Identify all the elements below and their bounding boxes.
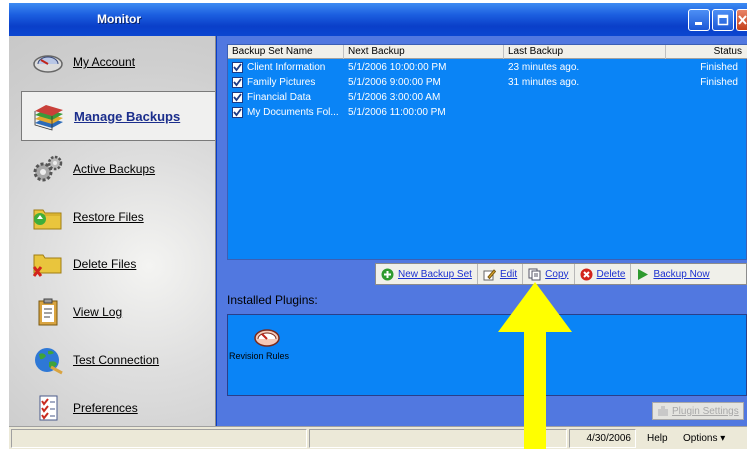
installed-plugins-heading: Installed Plugins: (227, 293, 318, 307)
new-backup-set-label: New Backup Set (398, 268, 472, 280)
row-checkbox[interactable] (232, 92, 243, 103)
sidebar: My Account Manage Backups Active Backups… (9, 36, 216, 426)
sidebar-item-active-backups[interactable]: Active Backups (29, 151, 155, 187)
main-panel: Backup Set Name Next Backup Last Backup … (217, 36, 747, 426)
cell-next-backup: 5/1/2006 11:00:00 PM (348, 107, 446, 118)
backup-now-button[interactable]: Backup Now (631, 264, 714, 284)
delete-x-icon (580, 268, 593, 281)
row-checkbox[interactable] (232, 107, 243, 118)
list-header: Backup Set Name Next Backup Last Backup … (228, 45, 747, 59)
sidebar-item-label: Delete Files (73, 257, 137, 271)
table-row[interactable]: Client Information 5/1/2006 10:00:00 PM … (228, 60, 747, 75)
minimize-icon (695, 22, 702, 25)
sidebar-item-restore-files[interactable]: Restore Files (29, 199, 144, 235)
folder-delete-icon (29, 247, 67, 281)
new-backup-set-button[interactable]: New Backup Set (376, 264, 478, 284)
backup-set-list[interactable]: Backup Set Name Next Backup Last Backup … (227, 44, 747, 260)
pencil-icon (483, 268, 496, 281)
cell-name: Family Pictures (247, 77, 316, 88)
cell-last-backup: 23 minutes ago. (508, 62, 580, 73)
cell-name: Financial Data (247, 92, 311, 103)
cell-status: Finished (700, 77, 738, 88)
help-menu[interactable]: Help (647, 429, 668, 448)
table-row[interactable]: My Documents Fol... 5/1/2006 11:00:00 PM (228, 105, 747, 120)
sidebar-item-manage-backups[interactable]: Manage Backups (21, 91, 215, 141)
folder-restore-icon (29, 200, 67, 234)
status-date: 4/30/2006 (569, 429, 636, 448)
edit-label: Edit (499, 268, 518, 280)
column-header-name[interactable]: Backup Set Name (228, 45, 344, 59)
globe-icon (29, 343, 67, 377)
cell-next-backup: 5/1/2006 10:00:00 PM (348, 62, 447, 73)
gears-icon (29, 152, 67, 186)
cell-status: Finished (700, 62, 738, 73)
sidebar-item-preferences[interactable]: Preferences (29, 390, 138, 426)
annotation-arrow (498, 282, 572, 449)
cell-next-backup: 5/1/2006 3:00:00 AM (348, 92, 441, 103)
cell-next-backup: 5/1/2006 9:00:00 PM (348, 77, 441, 88)
sidebar-item-label: My Account (73, 55, 136, 69)
table-row[interactable]: Financial Data 5/1/2006 3:00:00 AM (228, 90, 747, 105)
checkmark-icon (233, 63, 242, 72)
status-bar: 4/30/2006 Help Options ▾ (9, 426, 747, 449)
clipboard-icon (29, 295, 67, 329)
options-menu[interactable]: Options ▾ (683, 429, 725, 448)
sidebar-item-label: Preferences (73, 401, 138, 415)
backup-now-label: Backup Now (653, 268, 710, 280)
sidebar-item-my-account[interactable]: My Account (29, 44, 135, 80)
delete-label: Delete (596, 268, 626, 280)
column-header-next-backup[interactable]: Next Backup (344, 45, 504, 59)
books-icon (30, 99, 68, 133)
copy-icon (528, 268, 541, 281)
gauge-icon (254, 329, 280, 347)
sidebar-item-view-log[interactable]: View Log (29, 294, 122, 330)
cell-name: Client Information (247, 62, 326, 73)
copy-button[interactable]: Copy (523, 264, 575, 284)
table-row[interactable]: Family Pictures 5/1/2006 9:00:00 PM 31 m… (228, 75, 747, 90)
plugin-name: Revision Rules (229, 351, 290, 361)
row-checkbox[interactable] (232, 62, 243, 73)
close-button[interactable] (736, 9, 747, 31)
checkmark-icon (233, 108, 242, 117)
copy-label: Copy (545, 268, 569, 280)
sidebar-item-label: Restore Files (73, 210, 144, 224)
column-header-status[interactable]: Status (666, 45, 747, 59)
plugin-settings-label: Plugin Settings (672, 405, 739, 417)
status-panel-main (11, 429, 307, 448)
puzzle-icon (657, 405, 669, 417)
sidebar-item-label: Test Connection (73, 353, 160, 367)
plugin-item-revision-rules[interactable]: Revision Rules (229, 325, 302, 361)
monitor-window: Monitor My Account Manage Backups Active… (9, 3, 747, 449)
delete-button[interactable]: Delete (575, 264, 632, 284)
maximize-button[interactable] (712, 9, 734, 31)
speedometer-icon (29, 45, 67, 79)
checklist-icon (29, 391, 67, 425)
checkmark-icon (233, 78, 242, 87)
minimize-button[interactable] (688, 9, 710, 31)
window-title: Monitor (97, 12, 141, 26)
checkmark-icon (233, 93, 242, 102)
close-icon (738, 15, 747, 25)
edit-button[interactable]: Edit (478, 264, 524, 284)
cell-name: My Documents Fol... (247, 107, 339, 118)
cell-last-backup: 31 minutes ago. (508, 77, 580, 88)
plus-circle-icon (381, 268, 394, 281)
maximize-icon (717, 14, 729, 26)
column-header-last-backup[interactable]: Last Backup (504, 45, 666, 59)
sidebar-item-label: Active Backups (73, 162, 156, 176)
plugin-settings-button[interactable]: Plugin Settings (652, 402, 744, 420)
title-bar[interactable]: Monitor (9, 3, 747, 36)
sidebar-item-label: Manage Backups (74, 108, 181, 124)
plugins-list[interactable]: Revision Rules (227, 314, 747, 396)
sidebar-item-delete-files[interactable]: Delete Files (29, 246, 136, 282)
row-checkbox[interactable] (232, 77, 243, 88)
play-icon (636, 268, 649, 281)
sidebar-item-label: View Log (73, 305, 123, 319)
sidebar-item-test-connection[interactable]: Test Connection (29, 342, 159, 378)
